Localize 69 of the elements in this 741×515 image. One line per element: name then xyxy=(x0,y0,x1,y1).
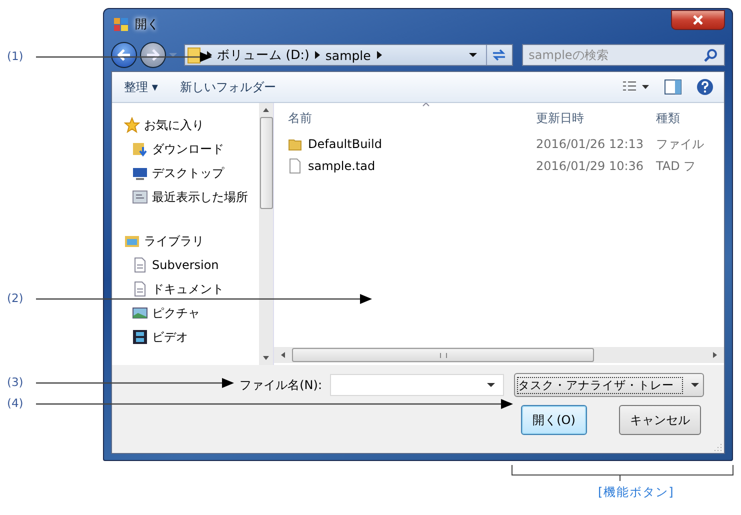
nav-item[interactable]: デスクトップ xyxy=(112,161,259,185)
address-bar[interactable]: ボリューム (D:) sample xyxy=(184,44,513,66)
scroll-up-icon xyxy=(262,107,270,113)
dialog-button[interactable]: 開く(O) xyxy=(521,405,587,435)
file-name-field[interactable] xyxy=(330,374,504,396)
scroll-right-icon xyxy=(712,351,718,359)
bracket-label: [機能ボタン] xyxy=(598,484,674,501)
nav-item[interactable]: ピクチャ xyxy=(112,301,259,325)
caret-icon xyxy=(168,52,177,58)
column-header[interactable]: 種類 xyxy=(656,110,680,126)
forward-arrow-icon xyxy=(146,49,160,61)
forward-button[interactable] xyxy=(140,42,166,68)
scroll-thumb[interactable] xyxy=(260,117,272,209)
callout-label: (4) xyxy=(7,396,24,410)
back-button[interactable] xyxy=(111,42,137,68)
file-name[interactable]: DefaultBuild xyxy=(308,137,382,151)
film-icon xyxy=(132,329,148,345)
horizontal-scrollbar[interactable] xyxy=(274,347,724,363)
nav-item[interactable]: ドキュメント xyxy=(112,277,259,301)
dialog-button[interactable]: キャンセル xyxy=(619,405,701,435)
dropdown-caret-icon xyxy=(691,382,699,388)
new-folder-button[interactable]: 新しいフォルダー xyxy=(176,76,280,98)
folder-icon xyxy=(288,137,302,151)
search-icon xyxy=(704,48,718,62)
nav-item[interactable]: 最近表示した場所 xyxy=(112,185,259,209)
callout-label: (2) xyxy=(7,291,24,305)
scroll-thumb[interactable] xyxy=(292,348,594,362)
resize-grip-icon[interactable] xyxy=(714,443,722,451)
nav-item[interactable]: ビデオ xyxy=(112,325,259,349)
date-cell-text: 2016/01/29 10:36 xyxy=(536,159,645,173)
grip-icon xyxy=(440,352,446,358)
scroll-left-icon xyxy=(280,351,286,359)
download-folder-icon xyxy=(132,141,148,157)
back-arrow-icon xyxy=(116,49,131,61)
preview-pane-icon[interactable] xyxy=(664,79,682,95)
nav-group[interactable]: ライブラリ xyxy=(112,229,259,253)
window-title: 開く xyxy=(135,16,159,32)
nav-item[interactable]: ダウンロード xyxy=(112,137,259,161)
callout-label: (1) xyxy=(7,49,24,63)
type-cell: TAD フ xyxy=(656,158,696,174)
callout-label: (3) xyxy=(7,375,24,389)
app-icon xyxy=(113,16,129,32)
document-icon xyxy=(132,257,148,273)
nav-group[interactable]: お気に入り xyxy=(112,113,259,137)
date-cell-text: 2016/01/26 12:13 xyxy=(536,137,645,151)
file-icon xyxy=(288,158,302,174)
breadcrumb-item[interactable]: ボリューム (D:) xyxy=(216,46,310,64)
picture-icon xyxy=(132,305,148,321)
type-cell: ファイル xyxy=(656,136,704,152)
breadcrumb-item[interactable]: sample xyxy=(325,48,371,62)
file-name[interactable]: sample.tad xyxy=(308,159,376,173)
nav-item[interactable]: Subversion xyxy=(112,253,259,277)
organize-menu[interactable]: 整理 ▾ xyxy=(120,76,162,98)
dropdown-caret-icon xyxy=(487,382,495,388)
help-icon[interactable] xyxy=(696,78,714,96)
folder-icon xyxy=(186,46,201,64)
scroll-down-icon xyxy=(262,355,270,361)
close-button[interactable] xyxy=(671,10,725,30)
monitor-icon xyxy=(132,165,148,181)
refresh-arrows-icon xyxy=(491,48,508,62)
dropdown-caret-icon[interactable] xyxy=(468,52,478,58)
column-header[interactable]: 名前 xyxy=(274,110,536,126)
star-icon xyxy=(124,117,140,133)
column-header[interactable]: 更新日時 xyxy=(536,110,656,126)
file-type-dropdown[interactable]: タスク・アナライザ・トレー xyxy=(514,373,704,397)
vertical-scrollbar[interactable] xyxy=(259,103,273,365)
file-name-label: ファイル名(N): xyxy=(240,376,322,394)
close-icon xyxy=(692,15,704,25)
document-icon xyxy=(132,281,148,297)
